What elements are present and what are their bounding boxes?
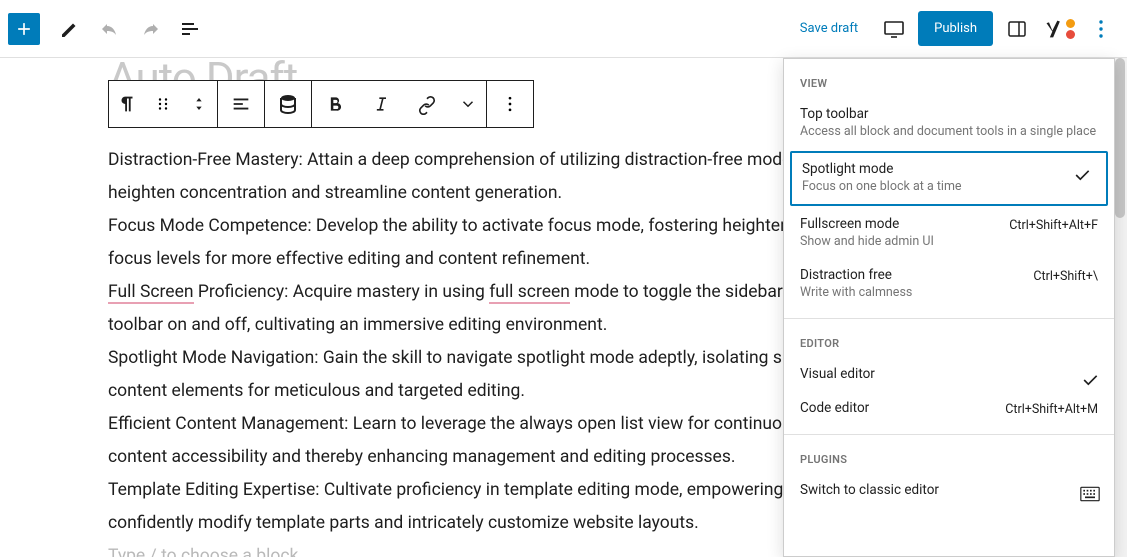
check-icon [1072, 165, 1092, 185]
undo-icon [98, 17, 122, 41]
preview-button[interactable] [876, 11, 912, 47]
menu-item-title: Top toolbar [800, 106, 1098, 122]
paragraph-block[interactable]: Spotlight Mode Navigation: Gain the skil… [108, 342, 848, 408]
paragraph-block[interactable]: Efficient Content Management: Learn to l… [108, 408, 848, 474]
italic-icon [371, 94, 391, 114]
block-options-button[interactable] [487, 81, 533, 127]
pencil-icon [58, 17, 82, 41]
dropdown-section-editor: EDITOR [784, 319, 1114, 358]
chevron-down-icon [459, 95, 477, 113]
check-icon [1080, 370, 1100, 390]
seo-status-dot-orange [1066, 19, 1075, 28]
align-left-icon [230, 93, 252, 115]
yoast-icon [1044, 19, 1064, 39]
save-draft-button[interactable]: Save draft [788, 13, 870, 44]
link-button[interactable] [404, 81, 450, 127]
menu-item-spotlight-mode[interactable]: Spotlight mode Focus on one block at a t… [790, 151, 1108, 206]
sidebar-icon [1005, 17, 1029, 41]
block-type-button[interactable] [109, 81, 145, 127]
paragraph-block[interactable]: Full Screen Proficiency: Acquire mastery… [108, 276, 848, 342]
options-dropdown: VIEW Top toolbar Access all block and do… [783, 58, 1115, 557]
paragraph-block[interactable]: Template Editing Expertise: Cultivate pr… [108, 474, 848, 540]
drag-icon [154, 95, 172, 113]
link-icon [416, 93, 438, 115]
scrollbar-thumb[interactable] [1115, 58, 1125, 218]
menu-item-subtitle: Show and hide admin UI [800, 234, 1098, 249]
database-icon [276, 92, 300, 116]
yoast-seo-button[interactable] [1041, 11, 1077, 47]
bold-button[interactable] [312, 81, 358, 127]
options-menu-button[interactable] [1083, 11, 1119, 47]
align-button[interactable] [218, 81, 264, 127]
menu-item-subtitle: Access all block and document tools in a… [800, 124, 1098, 139]
kebab-icon [1089, 17, 1113, 41]
menu-item-subtitle: Focus on one block at a time [802, 179, 1096, 194]
document-overview-button[interactable] [172, 11, 208, 47]
ai-assist-button[interactable] [265, 81, 311, 127]
paragraph-icon [116, 93, 138, 115]
seo-status-dot-red [1066, 30, 1075, 39]
redo-icon [138, 17, 162, 41]
paragraph-block[interactable]: Distraction-Free Mastery: Attain a deep … [108, 144, 848, 210]
dropdown-section-view: VIEW [784, 59, 1114, 98]
vertical-scrollbar[interactable] [1113, 58, 1127, 557]
menu-item-shortcut: Ctrl+Shift+Alt+M [1005, 402, 1098, 417]
menu-item-classic-editor[interactable]: Switch to classic editor [784, 474, 1114, 508]
menu-item-title: Visual editor [800, 366, 1098, 382]
mover-arrows-icon [191, 93, 207, 115]
drag-handle[interactable] [145, 81, 181, 127]
empty-block-placeholder[interactable]: Type / to choose a block [108, 540, 848, 557]
list-view-icon [178, 17, 202, 41]
toolbar-right-group: Save draft Publish [788, 11, 1119, 47]
menu-item-title: Spotlight mode [802, 161, 1096, 177]
menu-item-subtitle: Write with calmness [800, 285, 1098, 300]
menu-item-fullscreen-mode[interactable]: Fullscreen mode Show and hide admin UI C… [784, 208, 1114, 259]
paragraph-block[interactable]: Focus Mode Competence: Develop the abili… [108, 210, 848, 276]
kebab-icon [500, 94, 520, 114]
menu-item-shortcut: Ctrl+Shift+\ [1033, 269, 1098, 284]
dropdown-section-plugins: PLUGINS [784, 435, 1114, 474]
settings-sidebar-toggle[interactable] [999, 11, 1035, 47]
tools-button[interactable] [52, 11, 88, 47]
italic-button[interactable] [358, 81, 404, 127]
plus-icon [14, 19, 34, 39]
block-toolbar [108, 80, 534, 128]
publish-button[interactable]: Publish [918, 11, 993, 46]
editor-top-toolbar: Save draft Publish [0, 0, 1127, 58]
menu-item-title: Switch to classic editor [800, 482, 1098, 498]
bold-icon [325, 94, 345, 114]
toolbar-left-group [8, 11, 208, 47]
redo-button[interactable] [132, 11, 168, 47]
keyboard-icon [1080, 486, 1100, 502]
menu-item-visual-editor[interactable]: Visual editor [784, 358, 1114, 392]
menu-item-shortcut: Ctrl+Shift+Alt+F [1009, 218, 1098, 233]
menu-item-code-editor[interactable]: Code editor Ctrl+Shift+Alt+M [784, 392, 1114, 426]
menu-item-top-toolbar[interactable]: Top toolbar Access all block and documen… [784, 98, 1114, 149]
undo-button[interactable] [92, 11, 128, 47]
menu-item-distraction-free[interactable]: Distraction free Write with calmness Ctr… [784, 259, 1114, 310]
post-content[interactable]: Distraction-Free Mastery: Attain a deep … [108, 144, 848, 557]
more-rich-text-button[interactable] [450, 81, 486, 127]
add-block-button[interactable] [8, 13, 40, 45]
block-mover[interactable] [181, 81, 217, 127]
desktop-preview-icon [882, 17, 906, 41]
